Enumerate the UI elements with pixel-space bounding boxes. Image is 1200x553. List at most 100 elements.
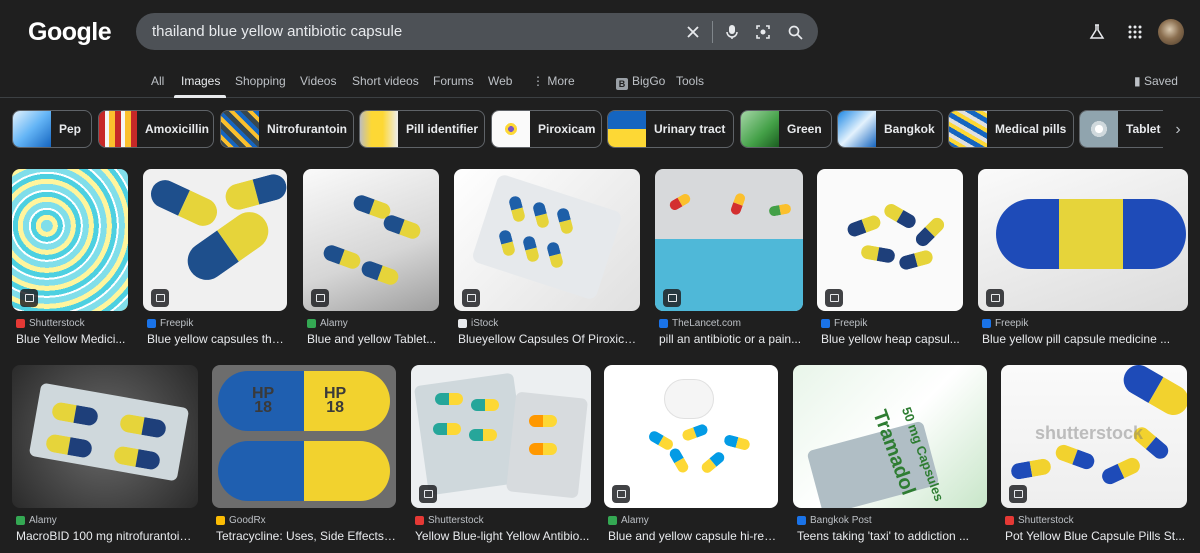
- result-image[interactable]: [143, 169, 287, 311]
- result-card[interactable]: iStock Blueyellow Capsules Of Piroxica..…: [454, 169, 642, 349]
- result-card[interactable]: Freepik Blue yellow pill capsule medicin…: [978, 169, 1190, 349]
- chip-amoxicillin[interactable]: Amoxicillin: [98, 110, 214, 148]
- capsule-graphic: [435, 393, 463, 405]
- image-badge-icon: [20, 289, 38, 307]
- capsule-graphic: [768, 203, 792, 217]
- result-image[interactable]: [655, 169, 803, 311]
- search-icon[interactable]: [784, 21, 806, 43]
- result-card[interactable]: Alamy Blue and yellow capsule hi-res...: [604, 365, 780, 545]
- result-title[interactable]: Blue and yellow capsule hi-res...: [608, 529, 778, 543]
- result-title[interactable]: Blue yellow pill capsule medicine ...: [982, 332, 1188, 346]
- chip-green[interactable]: Green: [740, 110, 832, 148]
- result-image[interactable]: [12, 169, 128, 311]
- result-image[interactable]: HP 18 HP 18: [212, 365, 396, 508]
- tab-more[interactable]: ⋮ More: [532, 74, 575, 88]
- search-bar[interactable]: thailand blue yellow antibiotic capsule: [136, 13, 818, 50]
- tab-short-videos[interactable]: Short videos: [352, 74, 419, 88]
- result-source[interactable]: Shutterstock: [415, 515, 484, 526]
- tab-biggo[interactable]: B BigGo: [616, 74, 665, 90]
- google-logo[interactable]: Google: [28, 18, 112, 47]
- lens-icon[interactable]: [752, 21, 774, 43]
- result-image[interactable]: [454, 169, 640, 311]
- chip-bangkok[interactable]: Bangkok: [837, 110, 943, 148]
- favicon-icon: [415, 516, 424, 525]
- chip-urinary-tract[interactable]: Urinary tract: [607, 110, 734, 148]
- chip-tablet[interactable]: Tablet: [1079, 110, 1163, 148]
- result-title[interactable]: Blueyellow Capsules Of Piroxica...: [458, 332, 640, 346]
- result-card[interactable]: Shutterstock Blue Yellow Medici...: [12, 169, 130, 349]
- result-card[interactable]: HP 18 HP 18 GoodRx Tetracycline: Uses, Sid…: [212, 365, 398, 545]
- search-input[interactable]: thailand blue yellow antibiotic capsule: [152, 23, 402, 40]
- result-source[interactable]: Alamy: [307, 318, 348, 329]
- result-card[interactable]: Tramadol 50 mg Capsules Bangkok Post Tee…: [793, 365, 989, 545]
- chip-nitrofurantoin[interactable]: Nitrofurantoin: [220, 110, 354, 148]
- capsule-imprint: HP 18: [324, 385, 347, 416]
- result-title[interactable]: Pot Yellow Blue Capsule Pills St...: [1005, 529, 1187, 543]
- chip-pill-identifier[interactable]: Pill identifier: [359, 110, 485, 148]
- tab-forums[interactable]: Forums: [433, 74, 474, 88]
- image-badge-icon: [986, 289, 1004, 307]
- tab-tools[interactable]: Tools: [676, 74, 704, 88]
- result-title[interactable]: MacroBID 100 mg nitrofurantoin ...: [16, 529, 198, 543]
- result-card[interactable]: TheLancet.com pill an antibiotic or a pa…: [655, 169, 805, 349]
- result-card[interactable]: Freepik Blue yellow heap capsul...: [817, 169, 965, 349]
- labs-flask-icon[interactable]: [1086, 21, 1108, 43]
- result-title[interactable]: Teens taking 'taxi' to addiction ...: [797, 529, 987, 543]
- result-card[interactable]: Alamy MacroBID 100 mg nitrofurantoin ...: [12, 365, 200, 545]
- tab-all[interactable]: All: [151, 74, 164, 88]
- result-source-label: Shutterstock: [428, 515, 484, 526]
- result-source-label: TheLancet.com: [672, 318, 741, 329]
- result-title[interactable]: Blue yellow heap capsul...: [821, 332, 963, 346]
- apps-grid-icon[interactable]: [1124, 21, 1146, 43]
- chip-medical-pills[interactable]: Medical pills: [948, 110, 1074, 148]
- result-image[interactable]: [604, 365, 778, 508]
- tab-shopping[interactable]: Shopping: [235, 74, 286, 88]
- capsule-graphic: [218, 371, 390, 431]
- chip-pep[interactable]: Pep: [12, 110, 92, 148]
- clear-icon[interactable]: [682, 21, 704, 43]
- chevron-right-icon[interactable]: ›: [1168, 120, 1188, 140]
- result-card[interactable]: shutterstock Shutterstock Pot Yellow Blu…: [1001, 365, 1189, 545]
- saved-link[interactable]: ▮ Saved: [1134, 74, 1178, 88]
- result-source[interactable]: Alamy: [608, 515, 649, 526]
- favicon-icon: [659, 319, 668, 328]
- result-source-label: iStock: [471, 318, 499, 329]
- result-source[interactable]: Freepik: [147, 318, 193, 329]
- microphone-icon[interactable]: [721, 21, 743, 43]
- result-source[interactable]: Freepik: [982, 318, 1028, 329]
- result-image[interactable]: [817, 169, 963, 311]
- capsule-graphic: [359, 258, 401, 288]
- result-card[interactable]: Shutterstock Yellow Blue-light Yellow An…: [411, 365, 593, 545]
- result-title[interactable]: Tetracycline: Uses, Side Effects ...: [216, 529, 396, 543]
- result-image[interactable]: [303, 169, 439, 311]
- result-source[interactable]: iStock: [458, 318, 498, 329]
- search-tabs: All Images Shopping Videos Short videos …: [0, 62, 1200, 98]
- result-image[interactable]: [978, 169, 1188, 311]
- result-image[interactable]: [12, 365, 198, 508]
- tab-videos[interactable]: Videos: [300, 74, 336, 88]
- result-source[interactable]: Shutterstock: [16, 318, 85, 329]
- result-title[interactable]: pill an antibiotic or a pain...: [659, 332, 803, 346]
- result-source[interactable]: Bangkok Post: [797, 515, 872, 526]
- result-card[interactable]: Freepik Blue yellow capsules the...: [143, 169, 289, 349]
- result-image[interactable]: shutterstock: [1001, 365, 1187, 508]
- search-divider: [712, 21, 713, 43]
- result-title[interactable]: Blue yellow capsules the...: [147, 332, 287, 346]
- result-title[interactable]: Blue and yellow Tablet...: [307, 332, 439, 346]
- result-source[interactable]: GoodRx: [216, 515, 266, 526]
- result-image[interactable]: [411, 365, 591, 508]
- result-source[interactable]: Shutterstock: [1005, 515, 1074, 526]
- result-card[interactable]: Alamy Blue and yellow Tablet...: [303, 169, 441, 349]
- tab-web[interactable]: Web: [488, 74, 512, 88]
- result-title[interactable]: Yellow Blue-light Yellow Antibio...: [415, 529, 591, 543]
- capsule-graphic: [471, 399, 499, 411]
- result-source[interactable]: TheLancet.com: [659, 318, 741, 329]
- result-title[interactable]: Blue Yellow Medici...: [16, 332, 128, 346]
- result-image[interactable]: Tramadol 50 mg Capsules: [793, 365, 987, 508]
- tab-images[interactable]: Images: [181, 74, 220, 88]
- account-avatar[interactable]: [1158, 19, 1184, 45]
- capsule-graphic: [913, 215, 947, 249]
- chip-piroxicam[interactable]: Piroxicam: [491, 110, 602, 148]
- result-source[interactable]: Freepik: [821, 318, 867, 329]
- result-source[interactable]: Alamy: [16, 515, 57, 526]
